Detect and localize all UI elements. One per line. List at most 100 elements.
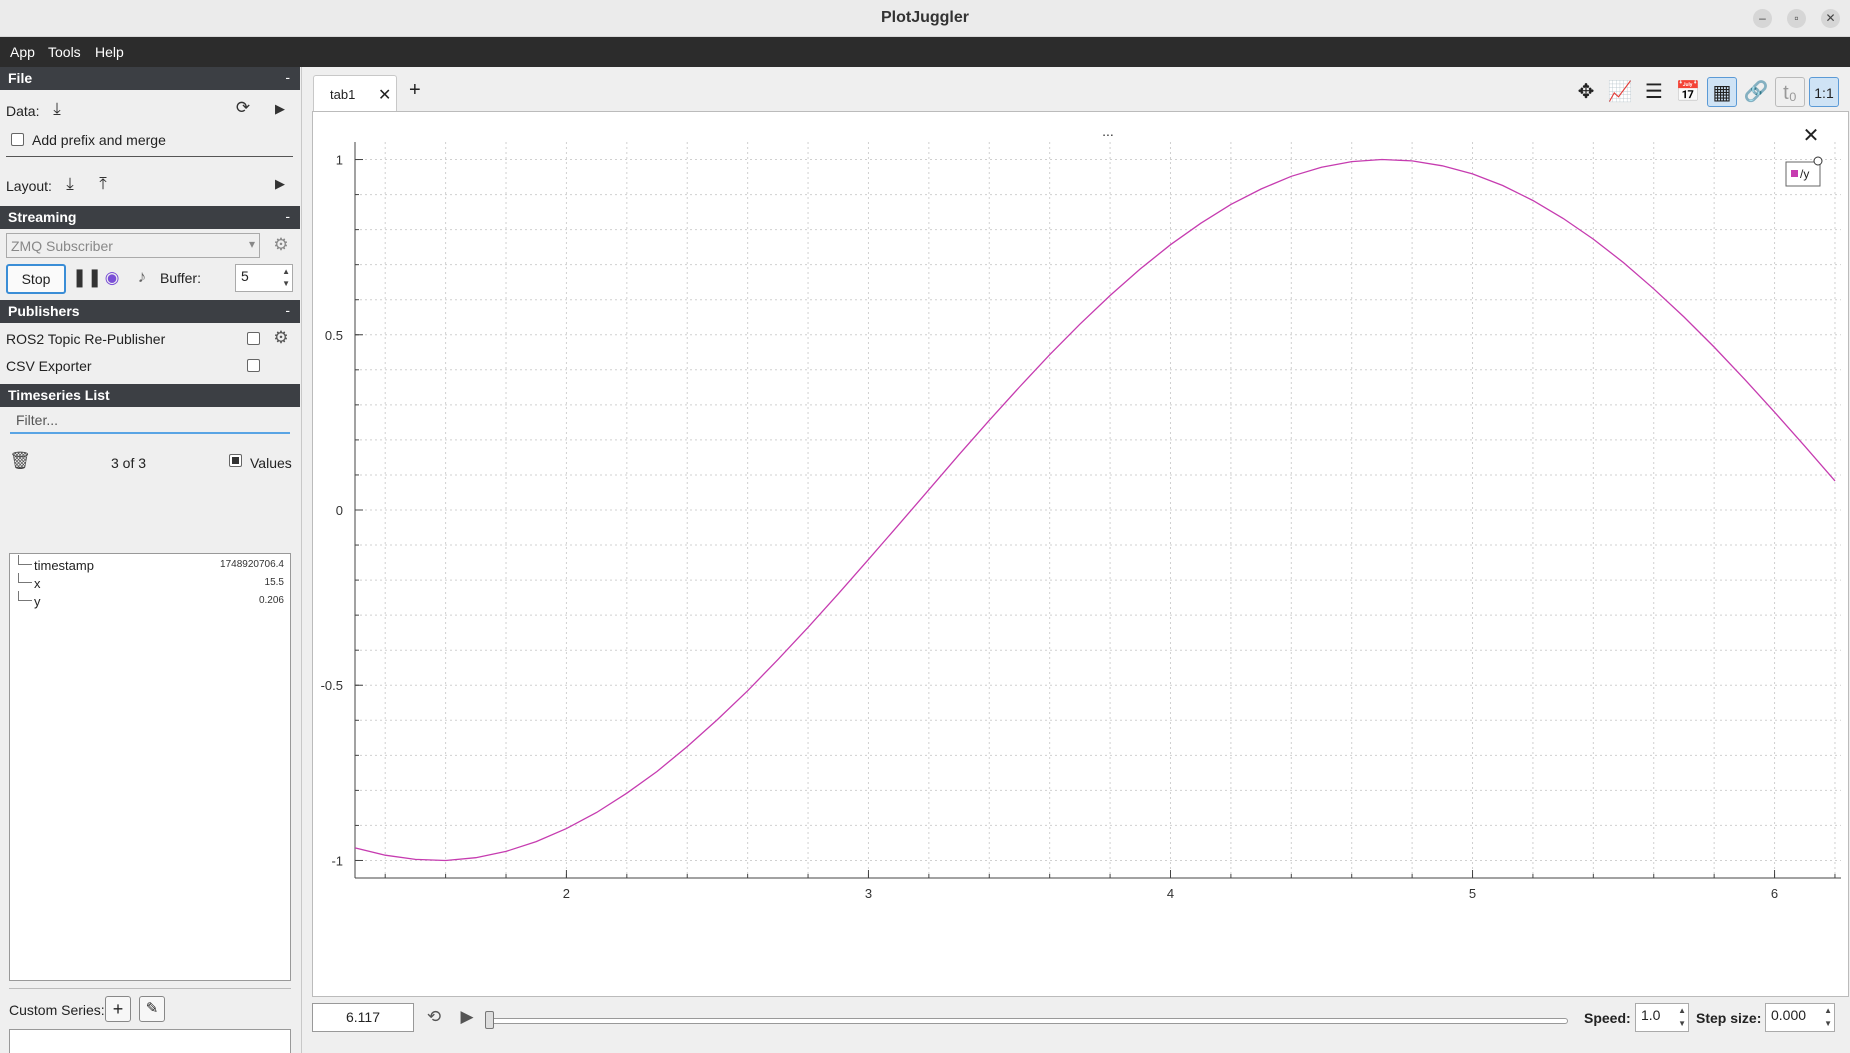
timeseries-count: 3 of 3 — [111, 455, 147, 471]
playback-bar: 6.117 ⟲ ▶ Speed: 1.0 ▲ ▼ Step size: 0.00… — [303, 1000, 1850, 1034]
save-layout-icon[interactable]: ⤒ — [92, 174, 114, 194]
move-arrows-icon[interactable]: ✥ — [1571, 77, 1601, 107]
stop-streaming-button[interactable]: Stop — [6, 264, 66, 294]
plot-close-icon[interactable]: ✕ — [1803, 123, 1820, 147]
streaming-source-select[interactable]: ZMQ Subscriber ▾ — [6, 233, 260, 258]
timeseries-tree[interactable]: timestamp 1748920706.4 x 15.5 y 0.206 — [9, 553, 291, 981]
speed-value: 1.0 — [1641, 1007, 1661, 1023]
data-more-arrow-icon[interactable]: ▶ — [272, 99, 288, 119]
table-row[interactable]: x 15.5 — [10, 573, 290, 592]
loop-icon[interactable]: ⟲ — [420, 1007, 448, 1027]
legend-label: /y — [1800, 167, 1809, 181]
publishers-section-header[interactable]: Publishers - — [0, 300, 300, 323]
add-prefix-checkbox[interactable] — [11, 133, 24, 146]
spin-down-icon[interactable]: ▼ — [1824, 1019, 1832, 1028]
load-layout-icon[interactable]: ⤓ — [59, 174, 81, 194]
spin-down-icon[interactable]: ▼ — [1678, 1019, 1686, 1028]
streaming-settings-gear-icon[interactable]: ⚙ — [270, 235, 292, 255]
series-value: 1748920706.4 — [220, 559, 284, 570]
time-slider-handle[interactable] — [485, 1011, 494, 1029]
timeseries-filter-input[interactable]: Filter... — [10, 408, 290, 434]
layout-label: Layout: — [6, 178, 52, 194]
streaming-collapse-button[interactable]: - — [285, 208, 290, 224]
main-area: tab1 ✕ + ✥ 📈 ☰ 📅 ▦ 🔗 t₀ 1:1 2 3 4 5 6 1 0.5 0 -0… — [303, 67, 1850, 1053]
list-view-icon[interactable]: ☰ — [1639, 77, 1669, 107]
speed-label: Speed: — [1584, 1010, 1631, 1026]
x-tick-label: 3 — [865, 886, 872, 901]
y-tick-label: 1 — [336, 153, 343, 168]
spin-up-icon[interactable]: ▲ — [1824, 1006, 1832, 1015]
minimize-icon[interactable]: – — [1753, 9, 1772, 28]
reload-data-icon[interactable]: ⟳ — [230, 98, 256, 118]
play-icon[interactable]: ▶ — [455, 1007, 479, 1027]
timestamp-calendar-icon[interactable]: 📅 — [1673, 77, 1703, 107]
x-tick-label: 4 — [1167, 886, 1174, 901]
publisher-ros2-gear-icon[interactable]: ⚙ — [270, 328, 292, 348]
menu-app[interactable]: App — [10, 44, 35, 60]
file-collapse-button[interactable]: - — [285, 69, 290, 85]
grid-icon[interactable]: ▦ — [1707, 77, 1737, 107]
ratio-1-1-icon[interactable]: 1:1 — [1809, 77, 1839, 107]
publisher-csv-label: CSV Exporter — [6, 358, 92, 374]
streaming-source-value: ZMQ Subscriber — [11, 238, 113, 254]
table-row[interactable]: timestamp 1748920706.4 — [10, 555, 290, 574]
close-window-icon[interactable]: ✕ — [1821, 9, 1840, 28]
left-panel: File - Data: ⤓ ⟳ ▶ Add prefix and merge … — [0, 67, 302, 1053]
x-tick-label: 5 — [1469, 886, 1476, 901]
custom-divider — [9, 988, 291, 989]
line-chart[interactable]: 2 3 4 5 6 1 0.5 0 -0.5 -1... ✕ /y — [313, 112, 1848, 996]
x-tick-label: 2 — [563, 886, 570, 901]
series-name: x — [34, 576, 41, 591]
spin-up-icon[interactable]: ▲ — [1678, 1006, 1686, 1015]
load-data-icon[interactable]: ⤓ — [46, 99, 68, 119]
publisher-ros2-checkbox[interactable] — [247, 332, 260, 345]
spin-up-icon[interactable]: ▲ — [282, 267, 290, 276]
custom-series-list[interactable] — [9, 1029, 291, 1053]
spin-down-icon[interactable]: ▼ — [282, 279, 290, 288]
chart-style-icon[interactable]: 📈 — [1605, 77, 1635, 107]
buffer-spinbox[interactable]: 5 ▲ ▼ — [235, 264, 293, 292]
publishers-collapse-button[interactable]: - — [285, 302, 290, 318]
step-size-label: Step size: — [1696, 1010, 1762, 1026]
tree-branch — [18, 555, 32, 565]
file-section-header[interactable]: File - — [0, 67, 300, 90]
y-tick-label: -0.5 — [321, 678, 343, 693]
y-tick-label: 0 — [336, 503, 343, 518]
buffer-label: Buffer: — [160, 270, 201, 286]
menu-help[interactable]: Help — [95, 44, 124, 60]
values-checkbox-mark — [232, 457, 239, 464]
add-tab-icon[interactable]: + — [409, 79, 421, 102]
legend-handle — [1813, 156, 1823, 166]
time-slider-track[interactable] — [488, 1018, 1568, 1024]
add-custom-series-button[interactable]: + — [105, 996, 131, 1022]
layout-more-arrow-icon[interactable]: ▶ — [272, 174, 288, 194]
tab-close-icon[interactable]: ✕ — [378, 85, 391, 105]
time-value-input[interactable]: 6.117 — [312, 1003, 414, 1032]
tree-branch — [18, 591, 32, 601]
time-offset-icon[interactable]: t₀ — [1775, 77, 1805, 107]
trash-icon[interactable]: 🗑 — [9, 451, 31, 471]
notification-bell-icon[interactable]: ♪ — [131, 267, 153, 287]
tree-branch — [18, 573, 32, 583]
plot-area[interactable]: 2 3 4 5 6 1 0.5 0 -0.5 -1... ✕ /y — [312, 111, 1849, 997]
link-icon[interactable]: 🔗 — [1741, 77, 1771, 107]
speed-spinbox[interactable]: 1.0 ▲ ▼ — [1635, 1003, 1689, 1032]
menu-tools[interactable]: Tools — [48, 44, 81, 60]
add-prefix-label: Add prefix and merge — [32, 132, 166, 148]
file-divider — [6, 156, 293, 157]
tab-tab1[interactable]: tab1 ✕ — [313, 75, 397, 112]
edit-custom-series-button[interactable]: ✎ — [139, 996, 165, 1022]
values-checkbox[interactable] — [229, 454, 242, 467]
publisher-csv-checkbox[interactable] — [247, 359, 260, 372]
table-row[interactable]: y 0.206 — [10, 591, 290, 610]
file-section-title: File — [8, 70, 33, 86]
pause-icon[interactable]: ❚❚ — [72, 267, 102, 287]
step-size-spinbox[interactable]: 0.000 ▲ ▼ — [1765, 1003, 1835, 1032]
values-label: Values — [250, 455, 292, 471]
menu-bar: App Tools Help — [0, 37, 1850, 67]
series-value: 0.206 — [258, 595, 284, 606]
custom-series-label: Custom Series: — [9, 1002, 105, 1018]
streaming-section-title: Streaming — [8, 209, 77, 225]
streaming-section-header[interactable]: Streaming - — [0, 206, 300, 229]
restore-icon[interactable]: ▫ — [1787, 9, 1806, 28]
